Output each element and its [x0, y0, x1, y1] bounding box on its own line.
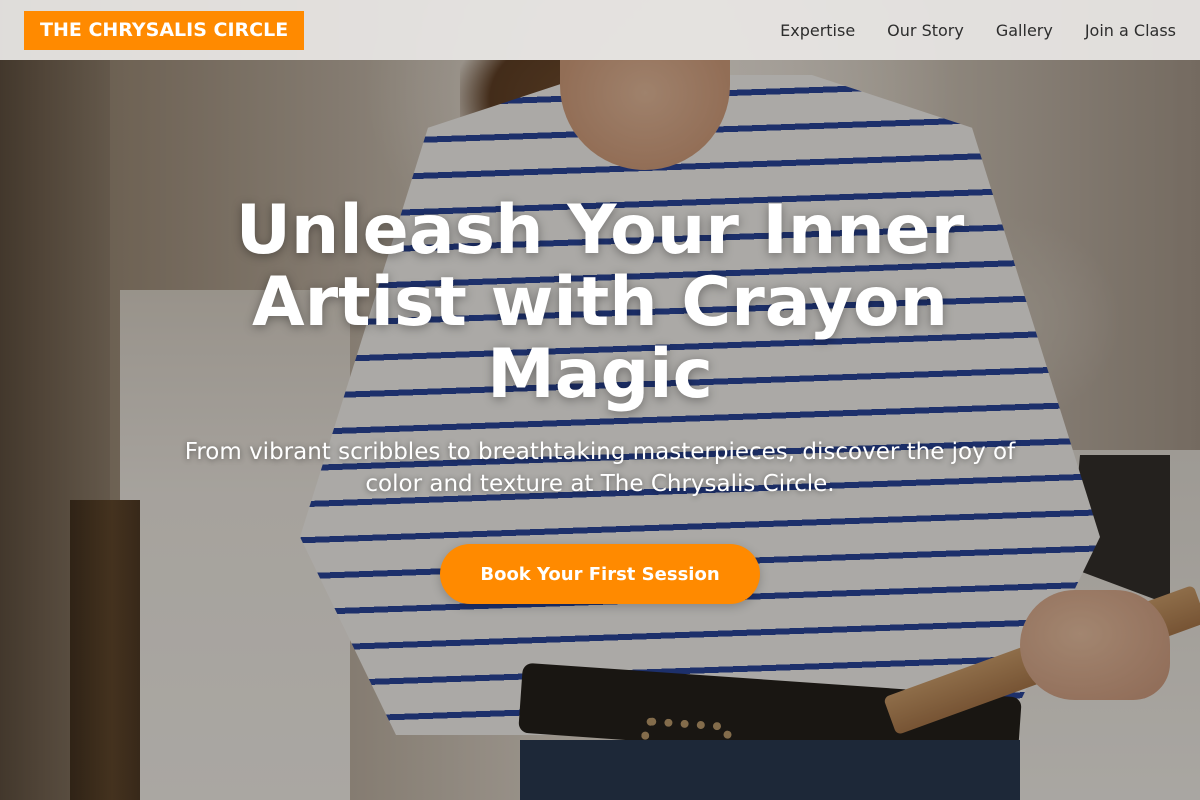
hero-section: Unleash Your Inner Artist with Crayon Ma… — [0, 195, 1200, 604]
hero-subtitle: From vibrant scribbles to breathtaking m… — [184, 439, 1016, 497]
nav-link-gallery[interactable]: Gallery — [996, 21, 1053, 40]
book-session-button[interactable]: Book Your First Session — [440, 544, 760, 604]
main-nav: Expertise Our Story Gallery Join a Class — [780, 21, 1176, 40]
nav-link-join-a-class[interactable]: Join a Class — [1085, 21, 1176, 40]
hero-title: Unleash Your Inner Artist with Crayon Ma… — [235, 191, 965, 414]
nav-link-expertise[interactable]: Expertise — [780, 21, 855, 40]
brand-logo[interactable]: THE CHRYSALIS CIRCLE — [24, 10, 305, 50]
site-header: THE CHRYSALIS CIRCLE Expertise Our Story… — [0, 0, 1200, 60]
page: THE CHRYSALIS CIRCLE Expertise Our Story… — [0, 0, 1200, 800]
nav-link-our-story[interactable]: Our Story — [887, 21, 964, 40]
